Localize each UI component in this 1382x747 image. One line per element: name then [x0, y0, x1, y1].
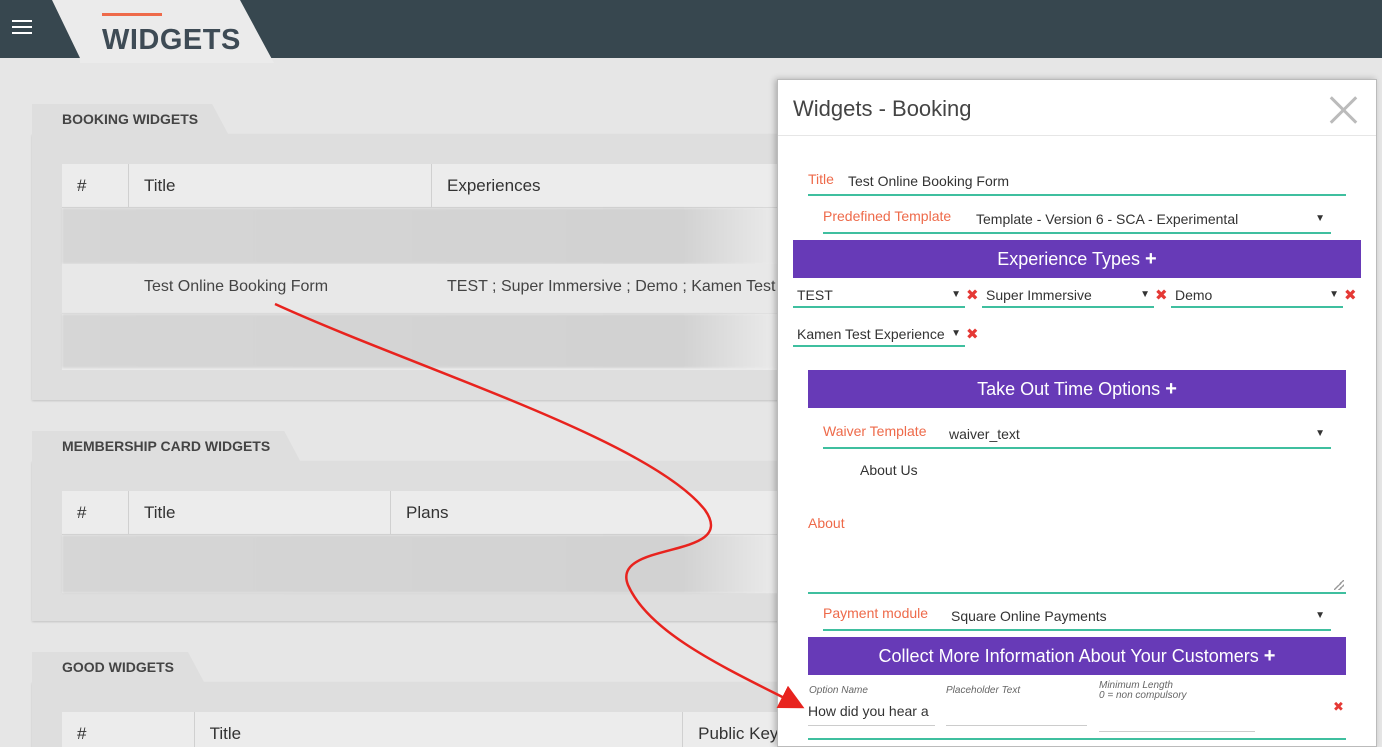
experience-value: TEST	[797, 287, 833, 303]
table-header: # Title Plans	[62, 491, 792, 535]
caret-down-icon: ▼	[1315, 428, 1325, 439]
plus-icon: +	[1145, 248, 1157, 270]
predefined-template-select[interactable]: Predefined Template Template - Version 6…	[823, 205, 1331, 234]
about-us-text: About Us	[860, 462, 918, 478]
membership-widgets-table: # Title Plans	[62, 491, 792, 593]
good-widgets-tab: GOOD WIDGETS	[32, 652, 204, 682]
booking-widgets-panel: BOOKING WIDGETS # Title Experiences Test…	[32, 134, 792, 400]
modal-title: Widgets - Booking	[793, 96, 972, 121]
blurred-row	[62, 314, 792, 368]
remove-x-icon[interactable]: ✖	[1344, 286, 1357, 304]
waiver-template-value: waiver_text	[949, 426, 1020, 442]
page-title: WIDGETS	[102, 24, 241, 56]
membership-widgets-panel: MEMBERSHIP CARD WIDGETS # Title Plans	[32, 461, 792, 621]
plus-icon: +	[1165, 378, 1177, 400]
take-out-header: Take Out Time Options	[977, 379, 1161, 399]
row-title: Test Online Booking Form	[144, 278, 329, 295]
collect-info-header: Collect More Information About Your Cust…	[878, 646, 1259, 666]
experience-value: Kamen Test Experience	[797, 326, 945, 342]
placeholder-text-label: Placeholder Text	[946, 685, 1021, 696]
caret-down-icon: ▼	[1315, 213, 1325, 224]
experience-value: Super Immersive	[986, 287, 1092, 303]
about-label: About	[808, 515, 845, 531]
table-header: # Title Public Key	[62, 712, 792, 747]
caret-down-icon: ▼	[951, 289, 961, 300]
booking-widgets-table: # Title Experiences Test Online Booking …	[62, 164, 792, 370]
booking-widgets-tab: BOOKING WIDGETS	[32, 104, 228, 134]
close-icon[interactable]	[1328, 94, 1358, 124]
blurred-row	[62, 208, 792, 264]
predefined-template-value: Template - Version 6 - SCA - Experimenta…	[976, 211, 1239, 227]
column-header-number: #	[62, 491, 129, 534]
placeholder-text-input[interactable]	[946, 699, 1087, 726]
column-header-number: #	[62, 164, 129, 207]
option-name-value: How did you hear a	[808, 703, 929, 719]
title-accent-bar	[102, 13, 162, 16]
remove-x-icon[interactable]: ✖	[966, 325, 979, 343]
collect-info-add-button[interactable]: Collect More Information About Your Cust…	[808, 637, 1346, 675]
column-header-number: #	[62, 712, 195, 747]
title-field[interactable]: Title Test Online Booking Form	[808, 168, 1346, 196]
experience-select-2[interactable]: Super Immersive ▼	[982, 283, 1154, 308]
page-title-tab: WIDGETS	[52, 0, 274, 63]
title-field-label: Title	[808, 171, 834, 187]
payment-module-label: Payment module	[823, 605, 929, 621]
experience-value: Demo	[1175, 287, 1213, 303]
payment-module-value: Square Online Payments	[951, 608, 1107, 624]
waiver-template-select[interactable]: Waiver Template waiver_text ▼	[823, 420, 1331, 449]
column-header-experiences: Experiences	[447, 176, 541, 195]
modal-header: Widgets - Booking	[778, 80, 1376, 136]
plus-icon: +	[1263, 645, 1276, 667]
hamburger-menu-icon[interactable]	[12, 20, 32, 36]
booking-widget-modal: Widgets - Booking Title Test Online Book…	[777, 79, 1377, 747]
good-widgets-panel: GOOD WIDGETS # Title Public Key	[32, 682, 792, 747]
table-header: # Title Experiences	[62, 164, 792, 208]
blurred-row	[62, 535, 792, 593]
predefined-template-label: Predefined Template	[823, 208, 952, 224]
column-header-title: Title	[195, 712, 684, 747]
minimum-length-input[interactable]	[1099, 705, 1255, 732]
column-header-public-key: Public Key	[698, 724, 779, 743]
remove-x-icon[interactable]: ✖	[1155, 286, 1168, 304]
option-name-input[interactable]: How did you hear a	[808, 699, 935, 726]
remove-x-icon[interactable]: ✖	[966, 286, 979, 304]
option-name-label: Option Name	[809, 685, 868, 696]
caret-down-icon: ▼	[1315, 610, 1325, 621]
remove-x-icon[interactable]: ✖	[1333, 699, 1344, 715]
waiver-template-label: Waiver Template	[823, 423, 927, 439]
experience-types-add-button[interactable]: Experience Types +	[793, 240, 1361, 278]
column-header-plans: Plans	[406, 503, 449, 522]
row-experiences: TEST ; Super Immersive ; Demo ; Kamen Te…	[447, 278, 776, 295]
experience-select-1[interactable]: TEST ▼	[793, 283, 965, 308]
caret-down-icon: ▼	[951, 328, 961, 339]
title-field-value: Test Online Booking Form	[848, 173, 1010, 189]
experience-select-3[interactable]: Demo ▼	[1171, 283, 1343, 308]
caret-down-icon: ▼	[1140, 289, 1150, 300]
experience-select-4[interactable]: Kamen Test Experience ▼	[793, 322, 965, 347]
take-out-time-add-button[interactable]: Take Out Time Options +	[808, 370, 1346, 408]
minimum-length-hint: 0 = non compulsory	[1099, 690, 1187, 701]
table-row[interactable]: Test Online Booking Form TEST ; Super Im…	[62, 264, 792, 314]
membership-widgets-tab: MEMBERSHIP CARD WIDGETS	[32, 431, 300, 461]
caret-down-icon: ▼	[1329, 289, 1339, 300]
good-widgets-table: # Title Public Key	[62, 712, 792, 747]
experience-types-header: Experience Types	[997, 249, 1141, 269]
about-textarea[interactable]	[808, 535, 1346, 594]
payment-module-select[interactable]: Payment module Square Online Payments ▼	[823, 602, 1331, 631]
column-header-title: Title	[129, 491, 391, 534]
resize-handle[interactable]	[1334, 580, 1344, 590]
divider	[808, 738, 1346, 740]
column-header-title: Title	[129, 164, 432, 207]
